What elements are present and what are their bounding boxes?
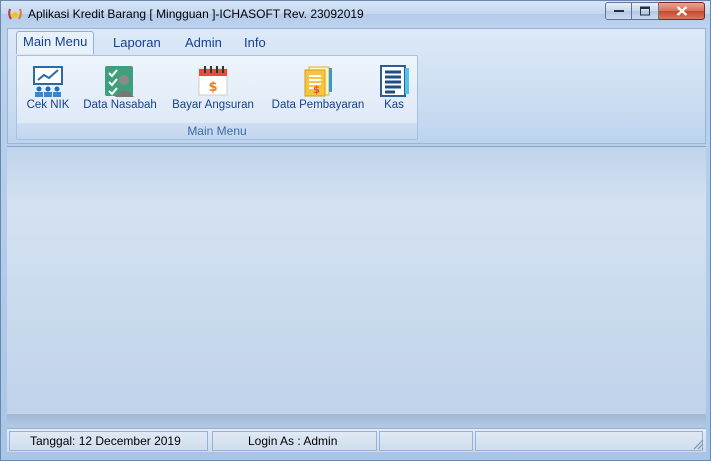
app-window: Aplikasi Kredit Barang [ Mingguan ]-ICHA… bbox=[0, 0, 711, 461]
data-pembayaran-button[interactable]: $ Data Pembayaran bbox=[265, 64, 371, 116]
ribbon-tabs: Main Menu Laporan Admin Info bbox=[8, 29, 705, 55]
maximize-button[interactable] bbox=[632, 2, 659, 20]
ribbon-group-label: Main Menu bbox=[17, 123, 417, 139]
kas-button[interactable]: Kas bbox=[375, 64, 413, 116]
minimize-icon bbox=[613, 10, 624, 12]
app-icon[interactable] bbox=[7, 6, 23, 22]
title-bar[interactable]: Aplikasi Kredit Barang [ Mingguan ]-ICHA… bbox=[1, 1, 710, 27]
ribbon-group-main-menu: Cek NIK Data Nasabah $ Bayar Angsuran $ … bbox=[16, 55, 418, 140]
status-bar: Tanggal: 12 December 2019 Login As : Adm… bbox=[7, 428, 706, 452]
svg-text:$: $ bbox=[313, 85, 320, 96]
resize-grip-icon[interactable] bbox=[692, 438, 704, 450]
client-bottom-band bbox=[7, 414, 706, 427]
tab-admin[interactable]: Admin bbox=[179, 33, 228, 54]
payment-document-icon: $ bbox=[304, 66, 332, 97]
chart-board-icon bbox=[33, 66, 63, 97]
data-pembayaran-label: Data Pembayaran bbox=[271, 99, 365, 111]
mdi-client-area[interactable] bbox=[7, 146, 706, 427]
data-nasabah-button[interactable]: Data Nasabah bbox=[78, 64, 162, 116]
status-panel-4 bbox=[475, 431, 703, 451]
svg-text:$: $ bbox=[208, 80, 217, 95]
ribbon: Main Menu Laporan Admin Info Cek NIK Dat… bbox=[7, 28, 706, 144]
minimize-button[interactable] bbox=[605, 2, 632, 20]
bayar-angsuran-button[interactable]: $ Bayar Angsuran bbox=[165, 64, 261, 116]
cash-ledger-icon bbox=[380, 65, 409, 97]
status-login: Login As : Admin bbox=[212, 431, 377, 451]
tab-info[interactable]: Info bbox=[238, 33, 272, 54]
calendar-dollar-icon: $ bbox=[198, 66, 228, 96]
close-icon bbox=[676, 6, 687, 16]
tab-main-menu[interactable]: Main Menu bbox=[16, 31, 95, 54]
tab-laporan[interactable]: Laporan bbox=[107, 33, 167, 54]
status-tanggal: Tanggal: 12 December 2019 bbox=[9, 431, 208, 451]
bayar-angsuran-label: Bayar Angsuran bbox=[172, 99, 254, 111]
customers-checklist-icon bbox=[105, 66, 134, 97]
kas-label: Kas bbox=[384, 99, 404, 111]
data-nasabah-label: Data Nasabah bbox=[83, 99, 157, 111]
window-title: Aplikasi Kredit Barang [ Mingguan ]-ICHA… bbox=[28, 7, 364, 21]
status-panel-3 bbox=[379, 431, 473, 451]
cek-nik-button[interactable]: Cek NIK bbox=[21, 64, 75, 116]
close-button[interactable] bbox=[659, 2, 705, 20]
maximize-icon bbox=[640, 6, 650, 16]
cek-nik-label: Cek NIK bbox=[26, 99, 70, 111]
